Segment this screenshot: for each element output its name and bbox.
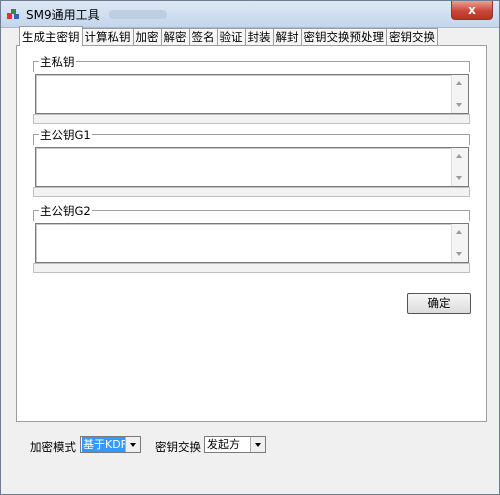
tab-decrypt[interactable]: 解密	[160, 28, 190, 46]
scroll-down-icon[interactable]	[456, 252, 462, 256]
confirm-button[interactable]: 确定	[407, 293, 471, 314]
tab-sign[interactable]: 签名	[188, 28, 218, 46]
title-bar[interactable]: SM9通用工具 x	[1, 1, 499, 28]
group-label: 主私钥	[39, 54, 76, 70]
tab-generate-master-key[interactable]: 生成主密钥	[19, 26, 83, 46]
group-frame	[33, 61, 470, 72]
horizontal-scrollbar[interactable]	[33, 187, 470, 197]
vertical-scrollbar[interactable]	[451, 75, 468, 113]
master-public-key-g1-field[interactable]	[35, 147, 469, 187]
tab-key-exchange-preprocess[interactable]: 密钥交换预处理	[300, 28, 387, 46]
vertical-scrollbar[interactable]	[451, 224, 468, 262]
blurred-title-text	[109, 10, 167, 19]
scroll-down-icon[interactable]	[456, 176, 462, 180]
scroll-up-icon[interactable]	[456, 154, 462, 158]
chevron-down-icon[interactable]	[250, 437, 265, 452]
master-private-key-field[interactable]	[35, 74, 469, 114]
tab-compute-private-key[interactable]: 计算私钥	[81, 28, 134, 46]
key-exchange-select[interactable]: 发起方	[204, 436, 266, 453]
master-public-key-g2-field[interactable]	[35, 223, 469, 263]
group-label: 主公钥G2	[39, 203, 92, 219]
horizontal-scrollbar[interactable]	[33, 114, 470, 124]
close-icon: x	[468, 3, 476, 17]
group-label: 主公钥G1	[39, 127, 92, 143]
scroll-up-icon[interactable]	[456, 230, 462, 234]
tab-decapsulate[interactable]: 解封	[272, 28, 302, 46]
app-window: SM9通用工具 x 生成主密钥 计算私钥 加密 解密 签名 验证 封装 解封 密…	[0, 0, 500, 495]
encryption-mode-value: 基于KDF	[82, 437, 129, 452]
window-title: SM9通用工具	[26, 8, 100, 22]
tab-encapsulate[interactable]: 封装	[244, 28, 274, 46]
key-exchange-label: 密钥交换	[155, 440, 201, 454]
tab-panel: 主私钥 主公钥G1 主公钥G2 确定	[16, 45, 487, 422]
vertical-scrollbar[interactable]	[451, 148, 468, 186]
encryption-mode-label: 加密模式	[30, 440, 76, 454]
horizontal-scrollbar[interactable]	[33, 263, 470, 273]
tab-verify[interactable]: 验证	[216, 28, 246, 46]
scroll-down-icon[interactable]	[456, 103, 462, 107]
tab-encrypt[interactable]: 加密	[132, 28, 162, 46]
tab-key-exchange[interactable]: 密钥交换	[386, 28, 438, 46]
close-button[interactable]: x	[451, 1, 493, 20]
tab-bar: 生成主密钥 计算私钥 加密 解密 签名 验证 封装 解封 密钥交换预处理 密钥交…	[19, 26, 438, 46]
chevron-down-icon[interactable]	[125, 437, 140, 452]
app-icon	[7, 9, 19, 19]
encryption-mode-select[interactable]: 基于KDF	[80, 436, 141, 453]
key-exchange-value: 发起方	[207, 438, 240, 451]
group-frame	[33, 134, 470, 145]
scroll-up-icon[interactable]	[456, 81, 462, 85]
group-frame	[33, 210, 470, 221]
